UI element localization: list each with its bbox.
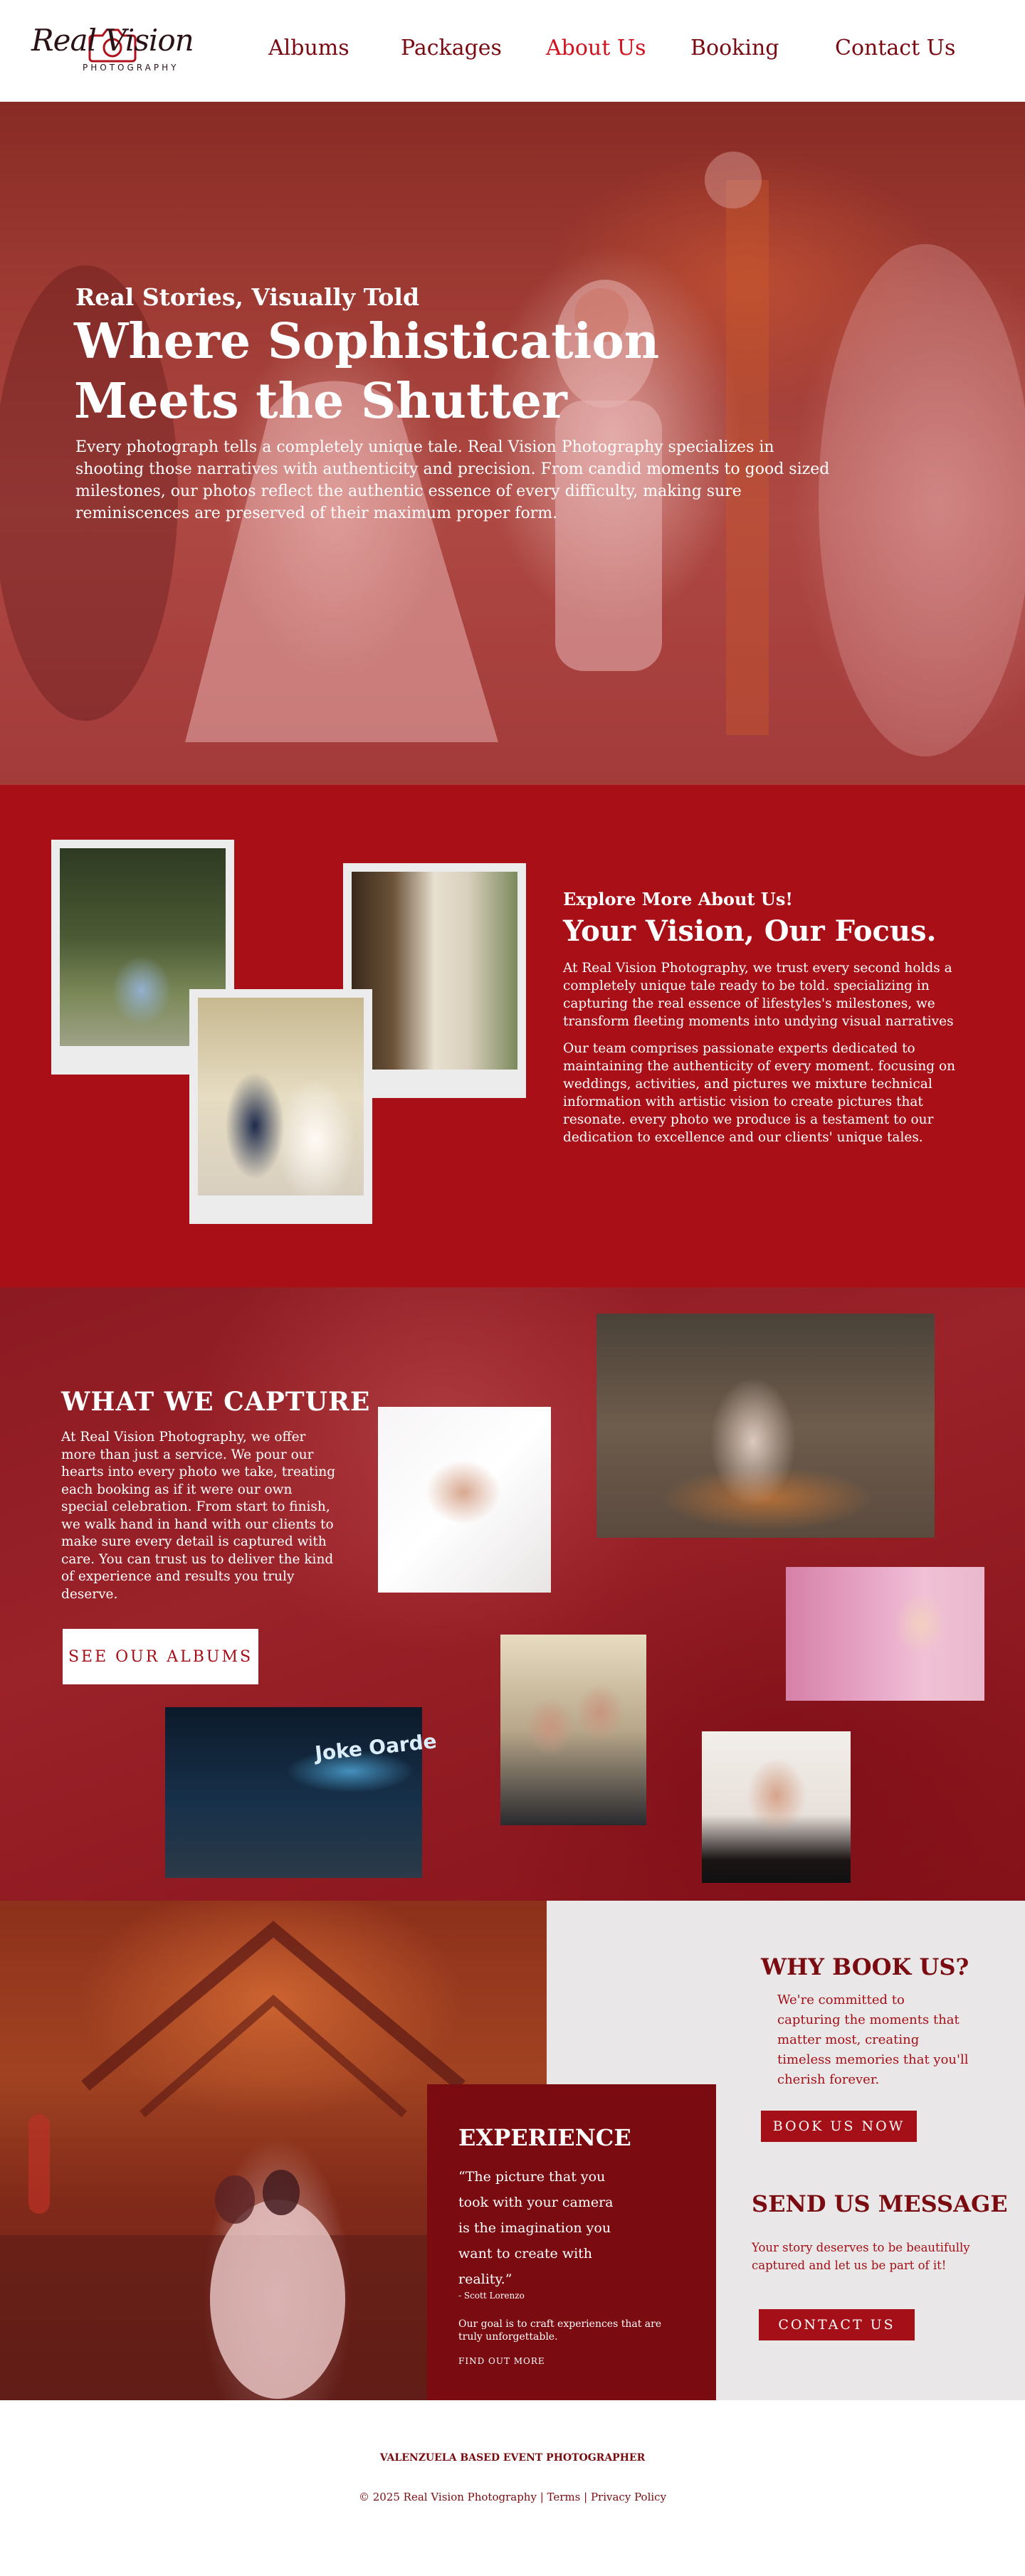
footer-legal: © 2025 Real Vision Photography | Terms |…	[0, 2491, 1025, 2503]
nav-contact-us[interactable]: Contact Us	[835, 36, 955, 60]
terms-link[interactable]: Terms	[547, 2491, 581, 2503]
capture-section: WHAT WE CAPTURE At Real Vision Photograp…	[0, 1287, 1025, 1901]
polaroid-wedding-couple	[189, 989, 372, 1224]
book-us-now-button[interactable]: BOOK US NOW	[761, 2111, 917, 2142]
brand-logo[interactable]: Real Vision PHOTOGRAPHY	[31, 21, 209, 78]
why-book-us-text: We're committed to capturing the moments…	[777, 1992, 969, 2087]
separator: |	[536, 2491, 547, 2503]
woman-portrait-photo	[702, 1731, 851, 1883]
hero-section: Real Stories, Visually Told Where Sophis…	[0, 102, 1025, 785]
experience-quote: “The picture that you took with your cam…	[458, 2169, 614, 2287]
see-our-albums-button[interactable]: SEE OUR ALBUMS	[63, 1629, 258, 1684]
wedding-couple-photo	[198, 998, 364, 1195]
about-section: Explore More About Us! Your Vision, Our …	[0, 785, 1025, 1287]
site-footer: VALENZUELA BASED EVENT PHOTOGRAPHER © 20…	[0, 2400, 1025, 2576]
contact-us-button[interactable]: CONTACT US	[759, 2309, 915, 2340]
find-out-more-link[interactable]: FIND OUT MORE	[458, 2356, 545, 2366]
logo-wordmark: Real Vision	[31, 23, 194, 58]
capture-description: At Real Vision Photography, we offer mor…	[61, 1430, 336, 1602]
hero-kicker: Real Stories, Visually Told	[75, 283, 420, 311]
about-kicker: Explore More About Us!	[563, 889, 793, 909]
nav-packages[interactable]: Packages	[401, 36, 502, 60]
experience-goal: Our goal is to craft experiences that ar…	[458, 2318, 662, 2343]
nav-albums[interactable]: Albums	[268, 36, 349, 60]
why-book-us-title: WHY BOOK US?	[761, 1953, 969, 1980]
send-message-title: SEND US MESSAGE	[752, 2190, 1008, 2217]
stage-event-photo: Joke Oarde	[165, 1707, 438, 1878]
girl-birthday-photo	[786, 1567, 984, 1701]
send-message-text: Your story deserves to be beautifully ca…	[752, 2241, 970, 2272]
footer-tagline: VALENZUELA BASED EVENT PHOTOGRAPHER	[379, 2452, 646, 2464]
nav-booking[interactable]: Booking	[690, 36, 779, 60]
groomsmen-selfie-photo	[500, 1635, 646, 1825]
couple-confetti-photo	[596, 1314, 935, 1538]
privacy-policy-link[interactable]: Privacy Policy	[591, 2491, 666, 2503]
bride-veil-photo	[378, 1407, 551, 1593]
experience-card: EXPERIENCE “The picture that you took wi…	[427, 2084, 716, 2400]
quote-author: - Scott Lorenzo	[458, 2291, 525, 2301]
hero-title: Where Sophistication Meets the Shutter	[74, 313, 660, 430]
nav-about-us[interactable]: About Us	[546, 36, 646, 60]
stage-sign-text: Joke Oarde	[313, 1729, 438, 1765]
about-paragraph-1: At Real Vision Photography, we trust eve…	[563, 961, 954, 1029]
hero-description: Every photograph tells a completely uniq…	[75, 438, 830, 522]
couple-alley-photo	[352, 872, 517, 1070]
booking-section: EXPERIENCE “The picture that you took wi…	[0, 1901, 1025, 2400]
capture-title: WHAT WE CAPTURE	[61, 1387, 371, 1417]
logo-subtitle: PHOTOGRAPHY	[83, 63, 179, 73]
experience-title: EXPERIENCE	[458, 2124, 631, 2151]
about-paragraph-2: Our team comprises passionate experts de…	[563, 1041, 956, 1145]
separator: |	[580, 2491, 591, 2503]
about-title: Your Vision, Our Focus.	[563, 914, 937, 948]
site-header: Real Vision PHOTOGRAPHY Albums Packages …	[0, 0, 1025, 102]
copyright-text: © 2025 Real Vision Photography	[358, 2491, 537, 2503]
